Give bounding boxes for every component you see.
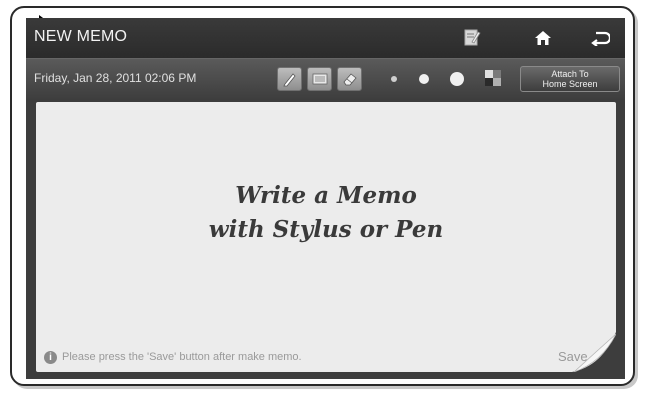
color-palette-icon[interactable]: [485, 70, 501, 86]
memo-hint-line2: with Stylus or Pen: [208, 216, 444, 243]
back-icon[interactable]: [586, 24, 614, 52]
device-frame: NEW MEMO Friday, Jan 28, 2011 02:06 PM A…: [10, 6, 635, 386]
eraser-icon: [342, 73, 357, 86]
memo-canvas[interactable]: Write a Memo with Stylus or Pen i Please…: [36, 102, 616, 372]
home-icon[interactable]: [529, 24, 557, 52]
pen-icon: [282, 73, 296, 87]
keyboard-tool-button[interactable]: [307, 67, 332, 91]
page-curl-icon: [572, 332, 616, 372]
app-screen: NEW MEMO Friday, Jan 28, 2011 02:06 PM A…: [26, 18, 625, 379]
eraser-tool-button[interactable]: [337, 67, 362, 91]
pen-tool-button[interactable]: [277, 67, 302, 91]
attach-to-home-screen-button[interactable]: Attach To Home Screen: [520, 66, 620, 92]
attach-label-line2: Home Screen: [542, 79, 598, 89]
memo-datetime: Friday, Jan 28, 2011 02:06 PM: [34, 71, 197, 85]
info-icon: i: [44, 351, 57, 364]
memo-hint-line1: Write a Memo: [235, 182, 417, 209]
memo-toolbar: Friday, Jan 28, 2011 02:06 PM Attach To …: [26, 58, 625, 99]
brush-size-large[interactable]: [450, 72, 464, 86]
brush-size-small[interactable]: [391, 76, 397, 82]
save-instruction-text: Please press the 'Save' button after mak…: [62, 351, 302, 363]
keyboard-icon: [312, 73, 327, 85]
memo-list-icon[interactable]: [458, 24, 486, 52]
attach-label-line1: Attach To: [551, 69, 589, 79]
title-bar: NEW MEMO: [26, 18, 625, 58]
page-title: NEW MEMO: [34, 28, 128, 45]
brush-size-medium[interactable]: [419, 74, 429, 84]
